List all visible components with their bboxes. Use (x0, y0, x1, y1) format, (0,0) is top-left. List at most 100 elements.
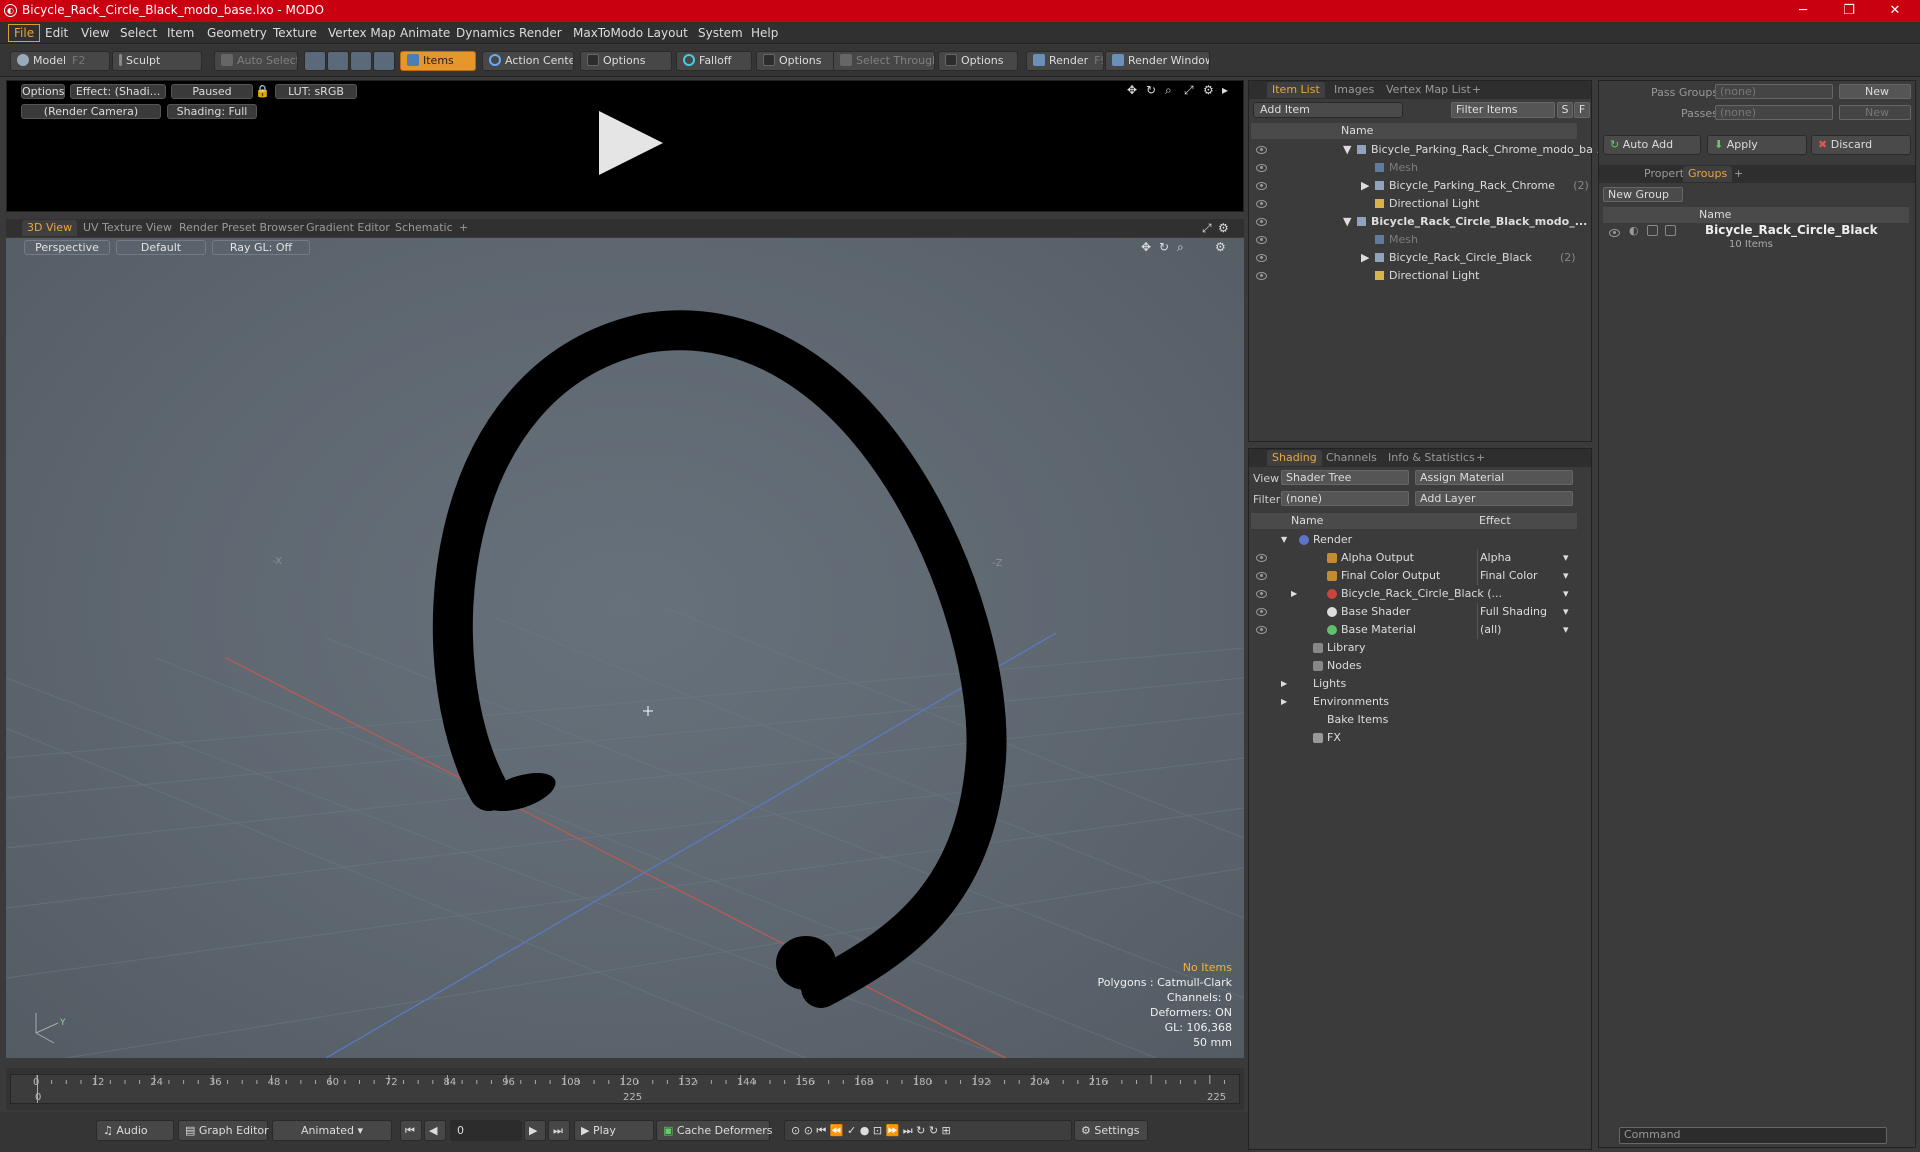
passes-dropdown[interactable]: (none) (1715, 105, 1833, 120)
shader-tree-row[interactable]: ▶ Lights (1251, 675, 1577, 693)
play-icon[interactable] (599, 111, 663, 175)
collapse-arrow-icon[interactable]: ▼ (1343, 141, 1351, 159)
tab-channels[interactable]: Channels (1321, 450, 1382, 466)
eye-icon[interactable] (1256, 146, 1267, 154)
filter-f-button[interactable]: F (1574, 102, 1590, 118)
tab-vertex-map-list[interactable]: Vertex Map List (1381, 82, 1476, 98)
zoom-icon[interactable]: ⌕ (1177, 240, 1184, 255)
eye-icon[interactable] (1256, 626, 1267, 634)
preview-paused-button[interactable]: Paused (171, 84, 253, 99)
prev-key-button[interactable]: ◀ (424, 1120, 446, 1141)
add-item-dropdown[interactable]: Add Item (1253, 102, 1403, 118)
menu-render[interactable]: Render (514, 25, 567, 41)
polygons-mode-button[interactable] (350, 51, 372, 71)
preview-options-button[interactable]: Options (21, 84, 65, 99)
rotate-icon[interactable]: ↻ (1146, 83, 1156, 97)
chevron-down-icon[interactable]: ▾ (1563, 585, 1569, 603)
eye-icon[interactable] (1256, 554, 1267, 562)
viewport-3d[interactable]: Y -X -Z Perspective Default Ray GL: Off … (6, 238, 1244, 1058)
cache-deformers-button[interactable]: ▣ Cache Deformers (656, 1120, 773, 1141)
shader-tree-row[interactable]: Final Color Output Final Color ▾ (1251, 567, 1577, 585)
shader-tree-row[interactable]: Base Material (all) ▾ (1251, 621, 1577, 639)
item-list-row[interactable]: Mesh (1251, 159, 1577, 177)
lock-toggle-icon[interactable]: ◐ (1629, 224, 1639, 237)
gear-icon[interactable]: ⚙ (1215, 240, 1226, 254)
audio-button[interactable]: ♫ Audio (96, 1120, 174, 1141)
eye-icon[interactable] (1256, 590, 1267, 598)
play-button[interactable]: ▶ Play (574, 1120, 654, 1141)
view-dropdown[interactable]: Shader Tree (1281, 470, 1409, 485)
menu-system[interactable]: System (693, 25, 748, 41)
chevron-down-icon[interactable]: ▾ (1563, 603, 1569, 621)
graph-editor-button[interactable]: ▤ Graph Editor (178, 1120, 269, 1141)
edges-mode-button[interactable] (327, 51, 349, 71)
gear-icon[interactable]: ⚙ (1203, 83, 1214, 97)
assign-material-button[interactable]: Assign Material (1415, 470, 1573, 485)
sculpt-mode-button[interactable]: Sculpt (112, 51, 202, 71)
menu-layout[interactable]: Layout (642, 25, 693, 41)
auto-select-button[interactable]: Auto Select (214, 51, 298, 71)
move-icon[interactable]: ✥ (1127, 83, 1137, 97)
add-tab-button[interactable]: + (1729, 166, 1748, 182)
chevron-down-icon[interactable]: ▾ (1563, 567, 1569, 585)
group-row[interactable]: ◐ Bicycle_Rack_Circle_Black 10 Items (1603, 223, 1909, 259)
eye-icon[interactable] (1256, 200, 1267, 208)
expand-arrow-icon[interactable]: ▶ (1361, 177, 1369, 195)
projection-dropdown[interactable]: Perspective (24, 240, 110, 255)
shader-tree-row[interactable]: Alpha Output Alpha ▾ (1251, 549, 1577, 567)
eye-icon[interactable] (1609, 229, 1620, 237)
menu-vertex-map[interactable]: Vertex Map (323, 25, 401, 41)
item-list-row[interactable]: Directional Light (1251, 195, 1577, 213)
render-toggle[interactable] (1665, 225, 1676, 236)
render-button[interactable]: Render F9 (1026, 51, 1104, 71)
item-list-row[interactable]: ▶ Bicycle_Parking_Rack_Chrome (2) (1251, 177, 1589, 195)
menu-file[interactable]: File (8, 24, 41, 42)
tab-render-preset-browser[interactable]: Render Preset Browser (174, 220, 309, 236)
menu-geometry[interactable]: Geometry (202, 25, 272, 41)
settings-button[interactable]: ⚙ Settings (1074, 1120, 1148, 1141)
menu-select[interactable]: Select (115, 25, 162, 41)
menu-maxtomodo[interactable]: MaxToModo (568, 25, 648, 41)
render-camera-dropdown[interactable]: (Render Camera) (21, 104, 161, 119)
eye-icon[interactable] (1256, 272, 1267, 280)
render-preview[interactable]: Options Effect: (Shadi... Paused 🔒 LUT: … (6, 80, 1244, 212)
select-toggle[interactable] (1647, 225, 1658, 236)
shader-tree-row[interactable]: Base Shader Full Shading ▾ (1251, 603, 1577, 621)
filter-s-button[interactable]: S (1557, 102, 1573, 118)
lock-icon[interactable]: 🔒 (255, 84, 270, 98)
shader-tree-row[interactable]: ▶ Environments (1251, 693, 1577, 711)
collapse-arrow-icon[interactable]: ▼ (1343, 213, 1351, 231)
shader-tree-row[interactable]: FX (1251, 729, 1577, 747)
eye-icon[interactable] (1256, 218, 1267, 226)
tab-3d-view[interactable]: 3D View (22, 220, 78, 236)
effect-dropdown[interactable]: (all) (1477, 621, 1559, 639)
last-frame-button[interactable]: ⏭ (548, 1120, 570, 1141)
apply-button[interactable]: ⬇ Apply (1707, 135, 1807, 155)
select-through-button[interactable]: Select Through (833, 51, 935, 71)
add-tab-button[interactable]: + (454, 220, 473, 236)
maximize-icon[interactable]: ⤢ (1202, 221, 1212, 236)
auto-add-button[interactable]: ↻ Auto Add (1603, 135, 1701, 155)
expand-arrow-icon[interactable]: ▶ (1281, 675, 1287, 693)
eye-icon[interactable] (1256, 572, 1267, 580)
vertices-mode-button[interactable] (304, 51, 326, 71)
tab-groups[interactable]: Groups (1683, 166, 1733, 182)
select-options-button[interactable]: Options (938, 51, 1018, 71)
next-key-button[interactable]: ▶ (524, 1120, 546, 1141)
filter-items-field[interactable]: Filter Items (1451, 102, 1555, 118)
rotate-icon[interactable]: ↻ (1159, 240, 1169, 254)
new-pass-group-button[interactable]: New (1839, 84, 1911, 99)
effect-dropdown[interactable]: Full Shading (1477, 603, 1559, 621)
model-mode-button[interactable]: Model F2 (10, 51, 110, 71)
menu-animate[interactable]: Animate (395, 25, 455, 41)
shading-dropdown[interactable]: Shading: Full (167, 104, 257, 119)
lut-dropdown[interactable]: LUT: sRGB (275, 84, 357, 99)
zoom-icon[interactable]: ⌕ (1165, 83, 1172, 98)
falloff-button[interactable]: Falloff (676, 51, 752, 71)
frame-field[interactable]: 0 (450, 1120, 522, 1141)
tab-gradient-editor[interactable]: Gradient Editor (301, 220, 395, 236)
action-center-options-button[interactable]: Options (580, 51, 672, 71)
item-list-row[interactable]: Directional Light (1251, 267, 1577, 285)
item-list-row[interactable]: ▼ Bicycle_Rack_Circle_Black_modo_... (1251, 213, 1587, 231)
chevron-down-icon[interactable]: ▾ (1563, 549, 1569, 567)
